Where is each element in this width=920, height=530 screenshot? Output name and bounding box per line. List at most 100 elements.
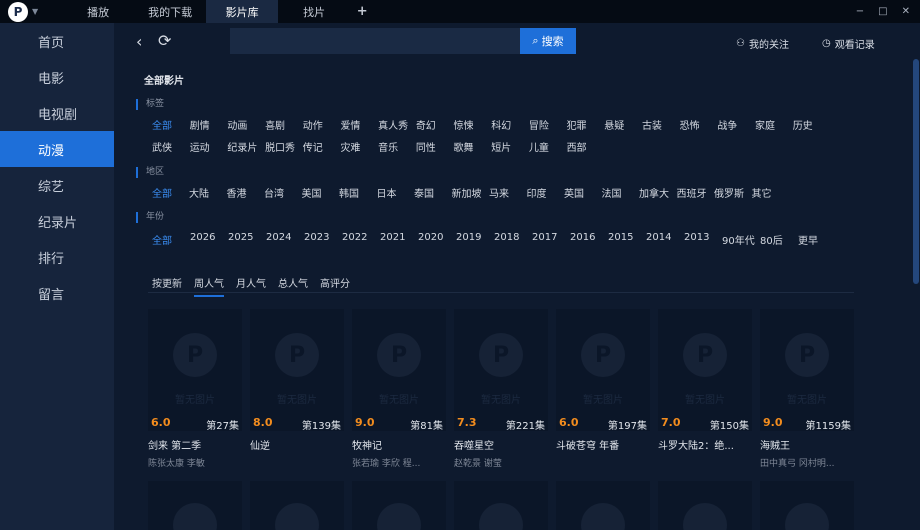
tab-play[interactable]: 播放 [62,0,134,23]
filter-option[interactable]: 90年代 [722,232,760,254]
filter-option[interactable]: 西部 [567,139,605,161]
filter-option[interactable]: 短片 [491,139,529,161]
filter-option[interactable]: 2025 [228,232,266,254]
search-input[interactable] [230,28,520,54]
filter-option[interactable]: 2023 [304,232,342,254]
filter-option[interactable]: 法国 [602,185,640,207]
filter-option[interactable]: 歌舞 [454,139,492,161]
filter-option[interactable]: 传记 [303,139,341,161]
filter-option[interactable]: 2026 [190,232,228,254]
sort-tab[interactable]: 周人气 [194,275,224,297]
video-card-partial[interactable] [352,481,446,530]
filter-option[interactable]: 2018 [494,232,532,254]
sort-tab[interactable]: 按更新 [152,275,182,297]
filter-option[interactable]: 奇幻 [416,117,454,139]
minimize-icon[interactable]: − [856,6,864,17]
video-title[interactable]: 仙逆 [250,437,344,452]
filter-option[interactable]: 2022 [342,232,380,254]
filter-option[interactable]: 大陆 [189,185,227,207]
tab-downloads[interactable]: 我的下载 [134,0,206,23]
poster[interactable]: P 暂无图片 6.0 第27集 [148,309,242,431]
sidebar-item-variety[interactable]: 综艺 [0,167,114,203]
video-title[interactable]: 斗破苍穹 年番 [556,437,650,452]
maximize-icon[interactable]: □ [878,6,887,17]
filter-option[interactable]: 音乐 [378,139,416,161]
filter-option[interactable]: 2020 [418,232,456,254]
sidebar-item-home[interactable]: 首页 [0,23,114,59]
sidebar-item-tv[interactable]: 电视剧 [0,95,114,131]
filter-option[interactable]: 运动 [190,139,228,161]
close-icon[interactable]: ✕ [902,6,910,17]
filter-option[interactable]: 美国 [302,185,340,207]
video-title[interactable]: 海贼王 [760,437,854,452]
filter-option[interactable]: 纪录片 [227,139,265,161]
chevron-down-icon[interactable]: ▼ [32,7,38,16]
back-icon[interactable]: ‹ [136,32,142,51]
filter-option[interactable]: 脱口秀 [265,139,303,161]
filter-option[interactable]: 恐怖 [680,117,718,139]
filter-option[interactable]: 爱情 [340,117,378,139]
filter-option[interactable]: 80后 [760,232,798,254]
filter-option[interactable]: 日本 [377,185,415,207]
video-card-partial[interactable] [658,481,752,530]
filter-option[interactable]: 武侠 [152,139,190,161]
filter-option[interactable]: 全部 [152,232,190,254]
filter-option[interactable]: 科幻 [491,117,529,139]
filter-option[interactable]: 灾难 [340,139,378,161]
video-card[interactable]: P 暂无图片 7.0 第150集 斗罗大陆2：绝... [658,309,752,469]
filter-option[interactable]: 2017 [532,232,570,254]
filter-option[interactable]: 儿童 [529,139,567,161]
filter-option[interactable]: 2024 [266,232,304,254]
scrollbar-thumb[interactable] [913,59,919,284]
video-card[interactable]: P 暂无图片 9.0 第81集 牧神记 张若瑜 李欣 程... [352,309,446,469]
sidebar-item-ranking[interactable]: 排行 [0,239,114,275]
filter-option[interactable]: 2015 [608,232,646,254]
sort-tab[interactable]: 总人气 [278,275,308,297]
sidebar-item-anime[interactable]: 动漫 [0,131,114,167]
poster[interactable]: P 暂无图片 9.0 第1159集 [760,309,854,431]
filter-option[interactable]: 悬疑 [604,117,642,139]
filter-option[interactable]: 2016 [570,232,608,254]
video-card[interactable]: P 暂无图片 8.0 第139集仙逆 [250,309,344,469]
video-card-partial[interactable] [250,481,344,530]
filter-option[interactable]: 全部 [152,117,190,139]
poster[interactable]: P 暂无图片 8.0 第139集 [250,309,344,431]
video-card-partial[interactable] [148,481,242,530]
scrollbar[interactable] [912,59,920,289]
filter-option[interactable]: 同性 [416,139,454,161]
filter-option[interactable]: 其它 [752,185,790,207]
app-logo-icon[interactable]: P [8,1,28,22]
filter-option[interactable]: 俄罗斯 [714,185,752,207]
filter-option[interactable]: 喜剧 [265,117,303,139]
sort-tab[interactable]: 高评分 [320,275,350,297]
video-title[interactable]: 牧神记 [352,437,446,452]
filter-option[interactable]: 2014 [646,232,684,254]
filter-option[interactable]: 新加坡 [452,185,490,207]
video-card[interactable]: P 暂无图片 6.0 第27集 剑来 第二季 陈张太康 李敏 [148,309,242,469]
video-card-partial[interactable] [760,481,854,530]
video-card-partial[interactable] [454,481,548,530]
add-tab-button[interactable]: + [350,0,374,23]
tab-find[interactable]: 找片 [278,0,350,23]
filter-option[interactable]: 印度 [527,185,565,207]
filter-option[interactable]: 更早 [798,232,836,254]
search-button[interactable]: ⌕ 搜索 [520,28,576,54]
filter-option[interactable]: 香港 [227,185,265,207]
poster[interactable]: P 暂无图片 7.0 第150集 [658,309,752,431]
video-card-partial[interactable] [556,481,650,530]
poster[interactable]: P 暂无图片 7.3 第221集 [454,309,548,431]
filter-option[interactable]: 韩国 [339,185,377,207]
filter-option[interactable]: 战争 [717,117,755,139]
filter-option[interactable]: 冒险 [529,117,567,139]
filter-option[interactable]: 全部 [152,185,189,207]
filter-option[interactable]: 古装 [642,117,680,139]
filter-option[interactable]: 动画 [227,117,265,139]
my-follows-link[interactable]: ⚇ 我的关注 [736,36,789,51]
filter-option[interactable]: 马来 [489,185,527,207]
filter-option[interactable]: 动作 [303,117,341,139]
tab-library[interactable]: 影片库 [206,0,279,23]
video-card[interactable]: P 暂无图片 6.0 第197集 斗破苍穹 年番 [556,309,650,469]
filter-option[interactable]: 惊悚 [454,117,492,139]
filter-option[interactable]: 家庭 [755,117,793,139]
filter-option[interactable]: 西班牙 [677,185,715,207]
